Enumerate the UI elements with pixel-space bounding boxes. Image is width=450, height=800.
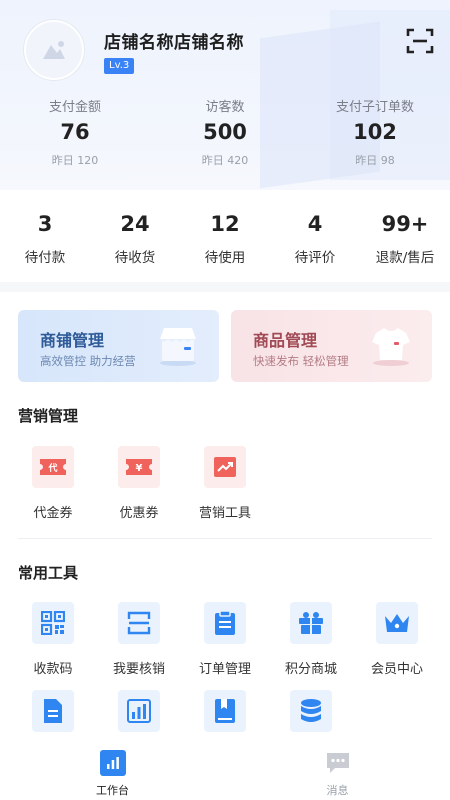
voucher-glyph: 代 [47, 462, 57, 474]
grid-item-label: 积分商城 [284, 662, 337, 677]
tab-label: 工作台 [96, 784, 129, 797]
coupon-glyph: ¥ [136, 463, 143, 474]
image-placeholder-icon [43, 41, 65, 59]
order-pending-payment[interactable]: 3 待付款 [0, 190, 90, 282]
tab-workbench[interactable]: 工作台 [0, 742, 225, 800]
clipboard-icon [215, 610, 235, 635]
trend-chart-icon [214, 457, 236, 477]
stat-value: 500 [203, 120, 247, 144]
coupon-icon: ¥ [126, 459, 152, 475]
shirt-icon [372, 328, 410, 366]
grid-item-label: 收款码 [33, 662, 73, 677]
card-subtitle: 高效管控 助力经营 [40, 354, 136, 368]
stats-row: 支付金额 76 昨日 120 访客数 500 昨日 420 支付子订单数 102… [0, 96, 450, 168]
order-label: 待评价 [294, 250, 336, 266]
bottom-tab-bar: 工作台 消息 [0, 742, 450, 800]
tool-item-document[interactable] [13, 690, 93, 732]
card-title: 商品管理 [253, 331, 318, 350]
section-gap [0, 282, 450, 292]
tool-item-order-management[interactable]: 订单管理 [185, 602, 265, 677]
shop-name[interactable]: 店铺名称店铺名称 [104, 28, 244, 53]
level-badge: Lv.3 [104, 58, 135, 74]
order-pending-use[interactable]: 12 待使用 [180, 190, 270, 282]
database-icon [301, 699, 321, 722]
order-count: 99+ [381, 212, 429, 236]
book-icon [215, 699, 235, 723]
tab-messages[interactable]: 消息 [225, 742, 450, 800]
order-count: 4 [307, 212, 323, 236]
marketing-section-title: 营销管理 [18, 407, 79, 425]
tool-item-payment-code[interactable]: 收款码 [13, 602, 93, 677]
order-refund[interactable]: 99+ 退款/售后 [360, 190, 450, 282]
order-count: 12 [210, 212, 240, 236]
qr-code-icon [41, 611, 65, 635]
message-icon [326, 753, 349, 773]
tools-section-title: 常用工具 [18, 564, 79, 582]
tool-item-statistics[interactable] [99, 690, 179, 732]
scan-icon[interactable] [406, 28, 434, 54]
marketing-item-coupon[interactable]: ¥ 优惠券 [99, 446, 179, 521]
order-pending-receipt[interactable]: 24 待收货 [90, 190, 180, 282]
stat-yesterday: 昨日 120 [51, 154, 99, 167]
card-title: 商铺管理 [40, 331, 105, 350]
order-label: 待付款 [24, 250, 66, 266]
shop-management-card[interactable]: 商铺管理 高效管控 助力经营 [18, 310, 219, 382]
marketing-item-tools[interactable]: 营销工具 [185, 446, 265, 521]
stat-payment-amount[interactable]: 支付金额 76 昨日 120 [0, 96, 150, 168]
shop-header: 店铺名称店铺名称 Lv.3 支付金额 76 昨日 120 访客数 500 昨日 … [0, 0, 450, 190]
tool-item-verify[interactable]: 我要核销 [99, 602, 179, 677]
document-icon [44, 699, 62, 723]
grid-item-label: 订单管理 [198, 662, 251, 677]
stat-yesterday: 昨日 420 [201, 154, 249, 167]
shop-avatar[interactable] [24, 20, 84, 80]
stat-yesterday: 昨日 98 [355, 154, 395, 167]
tool-item-member-center[interactable]: 会员中心 [357, 602, 437, 677]
order-status-row: 3 待付款 24 待收货 12 待使用 4 待评价 99+ 退款/售后 [0, 190, 450, 282]
order-count: 24 [120, 212, 150, 236]
workbench-icon [106, 757, 119, 769]
stat-value: 102 [353, 120, 397, 144]
stat-visitors[interactable]: 访客数 500 昨日 420 [150, 96, 300, 168]
bar-chart-icon [127, 699, 151, 723]
stat-value: 76 [60, 120, 90, 144]
order-pending-review[interactable]: 4 待评价 [270, 190, 360, 282]
order-label: 待收货 [114, 250, 156, 266]
stat-sub-orders[interactable]: 支付子订单数 102 昨日 98 [300, 96, 450, 168]
scan-verify-icon [127, 611, 151, 635]
tool-item-database[interactable] [271, 690, 351, 732]
order-label: 待使用 [204, 250, 246, 266]
tool-item-book[interactable] [185, 690, 265, 732]
stat-label: 支付子订单数 [335, 100, 414, 115]
grid-item-label: 我要核销 [112, 662, 165, 677]
grid-item-label: 会员中心 [370, 662, 423, 677]
grid-item-label: 代金券 [33, 506, 73, 521]
gift-box-icon [299, 612, 323, 634]
stat-label: 支付金额 [48, 100, 101, 115]
voucher-icon: 代 [40, 459, 66, 475]
marketing-item-voucher[interactable]: 代 代金券 [13, 446, 93, 521]
grid-item-label: 优惠券 [119, 506, 159, 521]
tool-item-points-mall[interactable]: 积分商城 [271, 602, 351, 677]
store-icon [160, 328, 196, 366]
grid-item-label: 营销工具 [198, 506, 251, 521]
stat-label: 访客数 [205, 100, 245, 115]
crown-icon [385, 614, 409, 632]
goods-management-card[interactable]: 商品管理 快速发布 轻松管理 [231, 310, 432, 382]
tab-label: 消息 [326, 784, 349, 797]
order-label: 退款/售后 [375, 250, 435, 266]
section-divider [18, 538, 432, 539]
order-count: 3 [37, 212, 53, 236]
card-subtitle: 快速发布 轻松管理 [253, 354, 349, 368]
